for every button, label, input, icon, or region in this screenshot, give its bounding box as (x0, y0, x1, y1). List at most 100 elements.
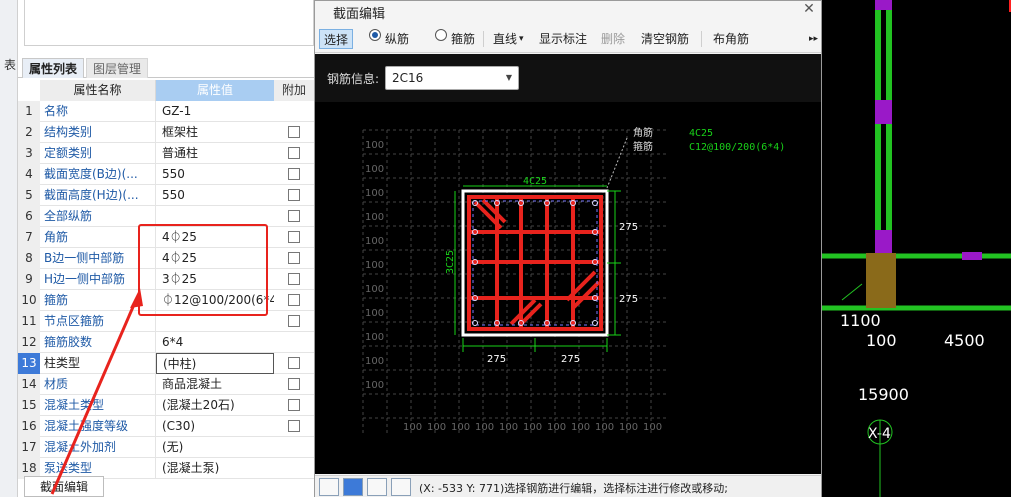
property-value[interactable]: (混凝土20石) (156, 395, 274, 416)
dim-bottom-1[interactable]: 275 (487, 354, 506, 365)
show-label-button[interactable]: 显示标注 (539, 29, 587, 49)
table-row[interactable]: 12 箍筋胶数 6*4 (18, 332, 314, 353)
tab-property-list[interactable]: 属性列表 (22, 58, 85, 78)
property-value[interactable]: (中柱) (156, 353, 274, 374)
add-checkbox[interactable] (288, 294, 300, 306)
property-value[interactable]: (混凝土泵) (156, 458, 274, 479)
grid-label-bottom: 100 (427, 422, 446, 433)
property-name: 结构类别 (40, 122, 156, 143)
table-row[interactable]: 14 材质 商品混凝土 (18, 374, 314, 395)
grid-label-left: 100 (365, 188, 384, 199)
dim-right-2[interactable]: 275 (619, 294, 638, 305)
add-checkbox[interactable] (288, 273, 300, 285)
add-checkbox[interactable] (288, 420, 300, 432)
background-cad-view: 1100 100 4500 15900 X-4 (822, 0, 1011, 497)
longitudinal-radio[interactable] (369, 29, 381, 41)
add-checkbox[interactable] (288, 378, 300, 390)
dialog-title: 截面编辑 (333, 7, 386, 22)
header-property-value: 属性值 (156, 80, 274, 101)
add-checkbox[interactable] (288, 252, 300, 264)
grid-label-bottom: 100 (475, 422, 494, 433)
row-number: 7 (18, 227, 40, 248)
stirrup-hook[interactable] (571, 280, 601, 310)
add-checkbox[interactable] (288, 126, 300, 138)
add-checkbox[interactable] (288, 231, 300, 243)
highlight-annotation-box (138, 224, 268, 316)
grid-label-left: 100 (365, 284, 384, 295)
property-value[interactable]: 普通柱 (156, 143, 274, 164)
cad-marker (962, 252, 982, 260)
grid-label-bottom: 100 (643, 422, 662, 433)
dim-right-1[interactable]: 275 (619, 222, 638, 233)
stirrup-radio[interactable] (435, 29, 447, 41)
side-rebar-label[interactable]: 3C25 (445, 250, 456, 274)
rebar-info-select[interactable]: 2C16 ▼ (385, 66, 519, 90)
clear-rebar-button[interactable]: 清空钢筋 (641, 29, 689, 49)
table-row[interactable]: 2 结构类别 框架柱 (18, 122, 314, 143)
chevron-down-icon[interactable]: ▾ (519, 29, 524, 49)
table-row[interactable]: 4 截面宽度(B边)(... 550 (18, 164, 314, 185)
stirrup-group[interactable] (467, 195, 603, 331)
property-name: 箍筋胶数 (40, 332, 156, 353)
table-row[interactable]: 16 混凝土强度等级 (C30) (18, 416, 314, 437)
legend-corner: 4C25 (689, 128, 713, 139)
add-checkbox[interactable] (288, 168, 300, 180)
table-row[interactable]: 17 混凝土外加剂 (无) (18, 437, 314, 458)
property-value[interactable]: 550 (156, 164, 274, 185)
section-edit-dialog: 截面编辑 ✕ 选择 纵筋 箍筋 直线 ▾ 显示标注 删除 清空钢筋 布角筋 ▸▸… (314, 0, 822, 497)
property-value[interactable]: 框架柱 (156, 122, 274, 143)
line-dropdown[interactable]: 直线 (493, 29, 517, 49)
section-drawing[interactable]: 100 100 100 100 100 100 100 100 100 100 100 100 100 1… (315, 102, 821, 474)
top-rebar-label[interactable]: 4C25 (523, 176, 547, 187)
grid-label-bottom: 100 (595, 422, 614, 433)
leader-line (606, 137, 628, 189)
cad-column-section (866, 253, 896, 308)
select-button[interactable]: 选择 (319, 29, 353, 49)
cad-marker (875, 100, 892, 124)
tab-layer-management[interactable]: 图层管理 (86, 58, 149, 78)
row-number: 12 (18, 332, 40, 353)
grid-label-left: 100 (365, 332, 384, 343)
table-row[interactable]: 3 定额类别 普通柱 (18, 143, 314, 164)
table-row[interactable]: 15 混凝土类型 (混凝土20石) (18, 395, 314, 416)
top-blank-area (24, 0, 314, 46)
add-checkbox[interactable] (288, 399, 300, 411)
more-icon[interactable]: ▸▸ (809, 29, 818, 49)
cad-label: 1100 (840, 311, 881, 330)
background-cad-drawing: 1100 100 4500 15900 X-4 (822, 0, 1011, 497)
add-checkbox[interactable] (288, 210, 300, 222)
row-number: 2 (18, 122, 40, 143)
dim-bottom-2[interactable]: 275 (561, 354, 580, 365)
add-checkbox[interactable] (288, 357, 300, 369)
add-checkbox[interactable] (288, 147, 300, 159)
cad-axis-label: X-4 (868, 426, 891, 442)
table-row[interactable]: 5 截面高度(H边)(... 550 (18, 185, 314, 206)
add-checkbox[interactable] (288, 189, 300, 201)
section-drawing-canvas[interactable]: 100 100 100 100 100 100 100 100 100 100 100 100 100 1… (315, 102, 821, 474)
delete-button[interactable]: 删除 (601, 29, 625, 49)
perpendicular-icon[interactable] (367, 478, 387, 496)
snap-line-icon[interactable] (343, 478, 363, 496)
cad-leader (841, 283, 863, 301)
property-value[interactable]: 550 (156, 185, 274, 206)
property-value[interactable]: 6*4 (156, 332, 274, 353)
property-value[interactable]: (无) (156, 437, 274, 458)
table-row[interactable]: 13 柱类型 (中柱) (18, 353, 314, 374)
corner-rebar-button[interactable]: 布角筋 (713, 29, 749, 49)
grid-label-bottom: 100 (499, 422, 518, 433)
stirrup-label[interactable]: 箍筋 (451, 29, 475, 49)
property-value[interactable]: 商品混凝土 (156, 374, 274, 395)
section-edit-tab[interactable]: 截面编辑 (24, 476, 104, 497)
stirrup-label: 箍筋 (633, 140, 653, 153)
property-name: 混凝土外加剂 (40, 437, 156, 458)
table-row[interactable]: 1 名称 GZ-1 (18, 101, 314, 122)
add-checkbox[interactable] (288, 315, 300, 327)
orthogonal-icon[interactable] (319, 478, 339, 496)
dialog-toolbar: 选择 纵筋 箍筋 直线 ▾ 显示标注 删除 清空钢筋 布角筋 ▸▸ (315, 25, 821, 53)
property-value[interactable]: (C30) (156, 416, 274, 437)
add-point-icon[interactable] (391, 478, 411, 496)
property-value[interactable]: GZ-1 (156, 101, 274, 122)
grid-label-left: 100 (365, 212, 384, 223)
longitudinal-label[interactable]: 纵筋 (385, 29, 409, 49)
close-icon[interactable]: ✕ (799, 1, 819, 19)
